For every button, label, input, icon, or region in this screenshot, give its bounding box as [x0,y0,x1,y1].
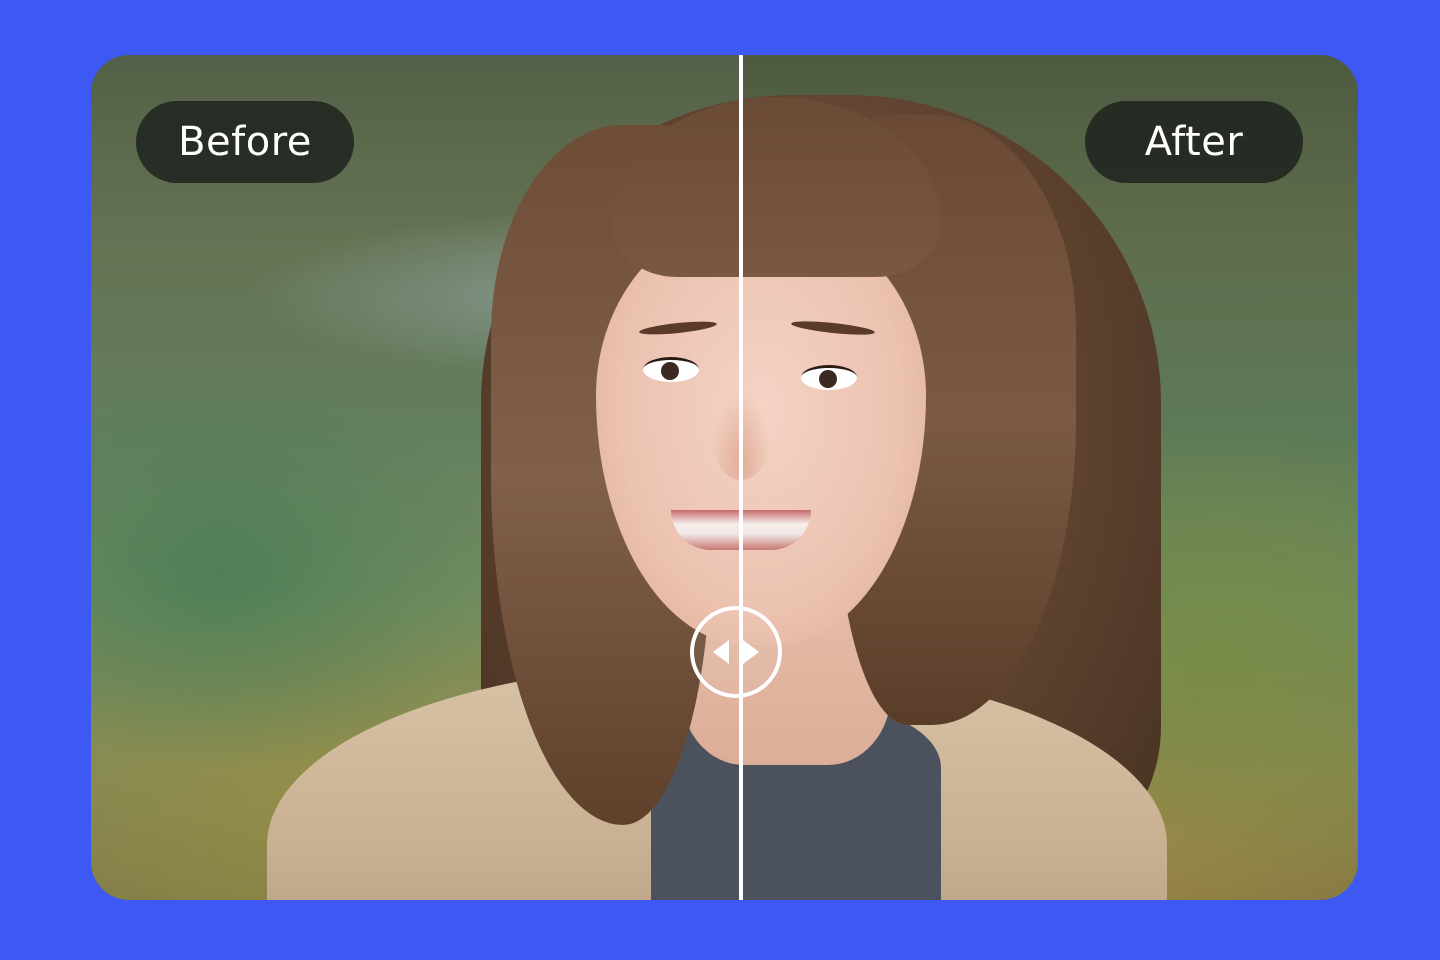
after-label: After [1085,101,1303,183]
slider-handle[interactable] [690,606,782,698]
comparison-stage: Before After [91,55,1358,900]
right-eye [801,365,857,390]
before-label: Before [136,101,354,183]
left-eye [643,357,699,382]
left-right-arrows-icon [713,640,759,664]
comparison-divider[interactable] [739,55,743,900]
